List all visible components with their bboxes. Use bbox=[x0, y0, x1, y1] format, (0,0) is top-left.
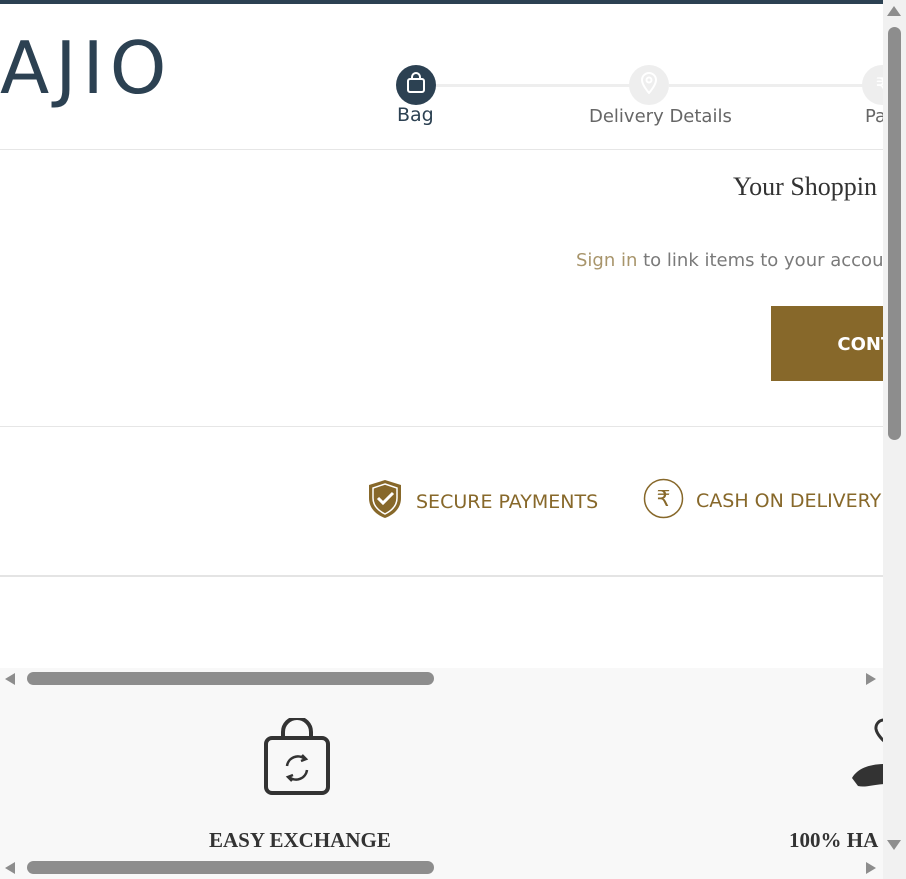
step-payment-label: Pa bbox=[865, 106, 883, 127]
scroll-left-arrow-icon[interactable] bbox=[5, 673, 15, 685]
page-vertical-scrollbar[interactable] bbox=[883, 0, 906, 879]
page-viewport: AJIO Bag Delivery Details ₹ Pa Your Shop… bbox=[0, 0, 883, 879]
step-delivery bbox=[629, 65, 669, 105]
secure-payments-badge: SECURE PAYMENTS bbox=[366, 478, 598, 525]
exchange-bag-icon bbox=[263, 716, 331, 803]
checkout-steps: Bag Delivery Details ₹ Pa bbox=[0, 60, 883, 140]
step-connector bbox=[669, 84, 865, 87]
shield-check-icon bbox=[366, 478, 404, 525]
continue-shopping-button[interactable]: CONTINU bbox=[771, 306, 883, 381]
genuine-products-label: 100% HA bbox=[789, 828, 879, 852]
scrollbar-thumb[interactable] bbox=[27, 861, 434, 874]
section-divider bbox=[0, 426, 883, 427]
page-horizontal-scrollbar[interactable] bbox=[0, 857, 883, 879]
cash-on-delivery-label: CASH ON DELIVERY bbox=[696, 490, 882, 512]
signin-link[interactable]: Sign in bbox=[576, 250, 637, 271]
step-connector bbox=[435, 84, 631, 87]
step-bag-label: Bag bbox=[397, 104, 434, 126]
scrollbar-thumb[interactable] bbox=[27, 672, 434, 685]
signin-prompt-text: to link items to your accoun bbox=[637, 250, 883, 271]
secure-payments-label: SECURE PAYMENTS bbox=[416, 490, 599, 513]
signin-prompt: Sign in to link items to your accoun bbox=[576, 250, 883, 271]
step-delivery-label: Delivery Details bbox=[589, 106, 732, 127]
section-divider bbox=[0, 575, 883, 577]
scroll-right-arrow-icon[interactable] bbox=[866, 862, 876, 874]
scroll-left-arrow-icon[interactable] bbox=[5, 862, 15, 874]
rupee-circle-icon: ₹ bbox=[643, 478, 684, 524]
easy-exchange-label: EASY EXCHANGE bbox=[209, 828, 391, 852]
rupee-icon: ₹ bbox=[875, 74, 883, 97]
svg-text:₹: ₹ bbox=[657, 487, 671, 512]
bag-icon bbox=[406, 71, 426, 99]
page-title: Your Shoppin bbox=[733, 172, 878, 201]
step-bag bbox=[396, 65, 436, 105]
hand-heart-icon bbox=[848, 718, 883, 795]
scrollbar-thumb[interactable] bbox=[888, 27, 901, 440]
scroll-down-arrow-icon[interactable] bbox=[887, 840, 901, 850]
step-payment: ₹ bbox=[862, 65, 883, 105]
cash-on-delivery-badge: ₹ CASH ON DELIVERY bbox=[643, 478, 881, 524]
location-pin-icon bbox=[640, 71, 658, 99]
scroll-right-arrow-icon[interactable] bbox=[866, 673, 876, 685]
scroll-up-arrow-icon[interactable] bbox=[887, 6, 901, 16]
features-horizontal-scrollbar[interactable] bbox=[0, 668, 883, 690]
header-divider bbox=[0, 149, 883, 150]
features-strip bbox=[0, 668, 883, 879]
